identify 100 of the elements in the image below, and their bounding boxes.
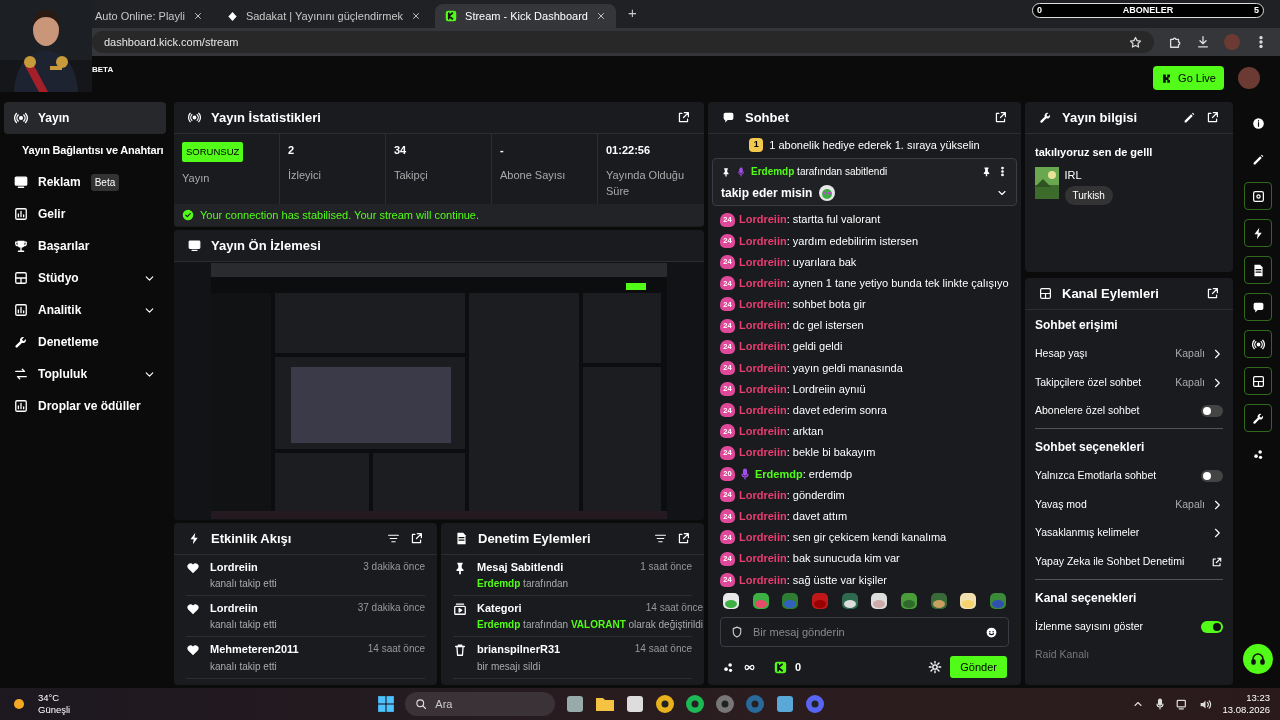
- edit-icon[interactable]: [1251, 153, 1265, 166]
- close-icon[interactable]: [411, 11, 422, 21]
- gift-banner-text: 1 abonelik hediye ederek 1. sıraya yükselin: [769, 137, 980, 153]
- app-icon[interactable]: [775, 694, 796, 714]
- stream-title: takılıyoruz sen de gelll: [1035, 145, 1154, 160]
- close-icon[interactable]: [192, 11, 203, 21]
- heart-icon: [186, 602, 200, 617]
- support-button[interactable]: [1243, 644, 1273, 674]
- start-icon[interactable]: [377, 695, 396, 713]
- emote-icon[interactable]: [959, 592, 978, 610]
- setting-label: Yapay Zeka ile Sohbet Denetimi: [1035, 553, 1185, 569]
- mic-icon[interactable]: [1154, 698, 1167, 710]
- sidebar-item[interactable]: Analitik: [4, 294, 166, 326]
- round-app-icon[interactable]: [685, 694, 706, 714]
- popout-icon[interactable]: [1206, 111, 1219, 124]
- sidebar-item[interactable]: Denetleme: [4, 326, 166, 358]
- url-text: dashboard.kick.com/stream: [104, 34, 239, 50]
- goal-current: 0: [1037, 3, 1042, 17]
- wrench-icon[interactable]: [1251, 411, 1265, 425]
- points-count: 0: [795, 659, 802, 675]
- sidebar-item[interactable]: Gelir: [4, 198, 166, 230]
- trophy-icon: [14, 239, 28, 253]
- bookmark-star-icon[interactable]: [1129, 35, 1142, 49]
- sidebar-item[interactable]: Stüdyo: [4, 262, 166, 294]
- browser-tab[interactable]: Auto Online: Playli: [85, 4, 213, 28]
- chat-message: Lordreiin: sağ üstte var kişiler: [739, 572, 887, 587]
- toggle-switch[interactable]: [1201, 470, 1223, 483]
- stat-label: Yayında Olduğu Süre: [606, 167, 686, 199]
- new-tab-button[interactable]: +: [619, 1, 645, 28]
- sidebar-item[interactable]: Droplar ve ödüller: [4, 390, 166, 422]
- browser-tab[interactable]: Stream - Kick Dashboard: [435, 4, 616, 28]
- popout-icon[interactable]: [677, 532, 690, 545]
- go-live-button[interactable]: Go Live: [1153, 66, 1224, 90]
- broadcast-icon[interactable]: [1251, 337, 1265, 351]
- setting-value: Kapalı: [1175, 374, 1205, 390]
- time-label: 14 saat önce: [634, 643, 692, 657]
- taskbar-search[interactable]: Ara: [405, 692, 556, 716]
- beta-badge: Beta: [90, 173, 120, 191]
- setting-label: Hesap yaşı: [1035, 346, 1088, 362]
- edit-icon[interactable]: [1183, 111, 1196, 124]
- unpin-icon[interactable]: [981, 166, 992, 177]
- layout-icon[interactable]: [1251, 374, 1265, 388]
- action-title: brianspilnerR31: [477, 643, 561, 657]
- filter-icon[interactable]: [654, 532, 667, 545]
- trash-icon: [453, 643, 467, 658]
- sidebar-item[interactable]: Yayın Bağlantısı ve Anahtarı: [0, 134, 174, 166]
- app-icon[interactable]: [625, 694, 646, 714]
- round-app-icon[interactable]: [805, 694, 826, 714]
- diamond-icon: [226, 10, 238, 22]
- close-icon[interactable]: [595, 11, 606, 21]
- activity-text: kanalı takip etti: [210, 619, 278, 632]
- popout-icon[interactable]: [677, 111, 690, 124]
- settings-icon[interactable]: [928, 660, 943, 674]
- temperature: 34°C: [38, 692, 61, 704]
- chat-icon[interactable]: [1251, 300, 1265, 314]
- chat-message: Lordreiin: yardım edebilirim istersen: [739, 233, 919, 249]
- toggle-switch[interactable]: [1201, 620, 1223, 633]
- emote-icon[interactable]: [929, 592, 948, 610]
- emote-icon[interactable]: [722, 592, 740, 610]
- round-app-icon[interactable]: [655, 694, 676, 714]
- tag-pill: Turkish: [1064, 185, 1113, 205]
- browser-tab[interactable]: Sadakat | Yayınını güçlendirmek: [216, 4, 432, 28]
- emote-icon[interactable]: [751, 592, 770, 610]
- popout-icon[interactable]: [410, 532, 423, 545]
- emote-icon[interactable]: [870, 592, 889, 610]
- pinned-text: takip eder misin: [721, 185, 813, 202]
- sidebar-item[interactable]: Başarılar: [4, 230, 166, 262]
- toggle-switch[interactable]: [1201, 405, 1223, 418]
- document-icon[interactable]: [1251, 263, 1265, 277]
- puzzle-icon[interactable]: [1168, 35, 1182, 49]
- chat-message: Lordreiin: sen gir çekicem kendi kanalıma: [739, 530, 947, 546]
- stat-value: 34: [394, 143, 408, 158]
- app-icon[interactable]: [565, 694, 586, 714]
- sidebar-item[interactable]: Reklam Beta: [4, 166, 166, 198]
- time-label: 3 dakika önce: [363, 561, 425, 574]
- info-icon[interactable]: [1251, 117, 1265, 130]
- download-icon[interactable]: [1196, 35, 1210, 49]
- popout-icon[interactable]: [994, 111, 1007, 124]
- setting-value: Kapalı: [1175, 346, 1205, 362]
- sidebar-item[interactable]: Topluluk: [4, 358, 166, 390]
- popout-icon[interactable]: [1206, 287, 1219, 300]
- dots-icon[interactable]: [1251, 448, 1265, 461]
- stat-value: -: [500, 143, 505, 158]
- external-link-icon[interactable]: [1211, 555, 1223, 568]
- emote-icon[interactable]: [840, 592, 859, 610]
- monitor-icon: [188, 239, 201, 252]
- filter-icon[interactable]: [387, 532, 400, 545]
- action-title: Kategori: [477, 602, 522, 616]
- round-app-icon[interactable]: [715, 694, 736, 714]
- stat-value: 2: [288, 143, 296, 158]
- chat-input-box[interactable]: Bir mesaj gönderin: [720, 617, 1009, 647]
- setting-label: Yavaş mod: [1035, 496, 1087, 512]
- volume-icon[interactable]: [1199, 697, 1213, 711]
- send-button[interactable]: Gönder: [950, 656, 1007, 678]
- sidebar-item[interactable]: Yayın: [4, 102, 166, 134]
- target-icon[interactable]: [1251, 189, 1265, 203]
- shield-icon: [731, 626, 743, 638]
- message-input[interactable]: Bir mesaj gönderin: [751, 622, 977, 642]
- emoji-icon[interactable]: [985, 625, 998, 639]
- wrench-icon: [14, 335, 28, 349]
